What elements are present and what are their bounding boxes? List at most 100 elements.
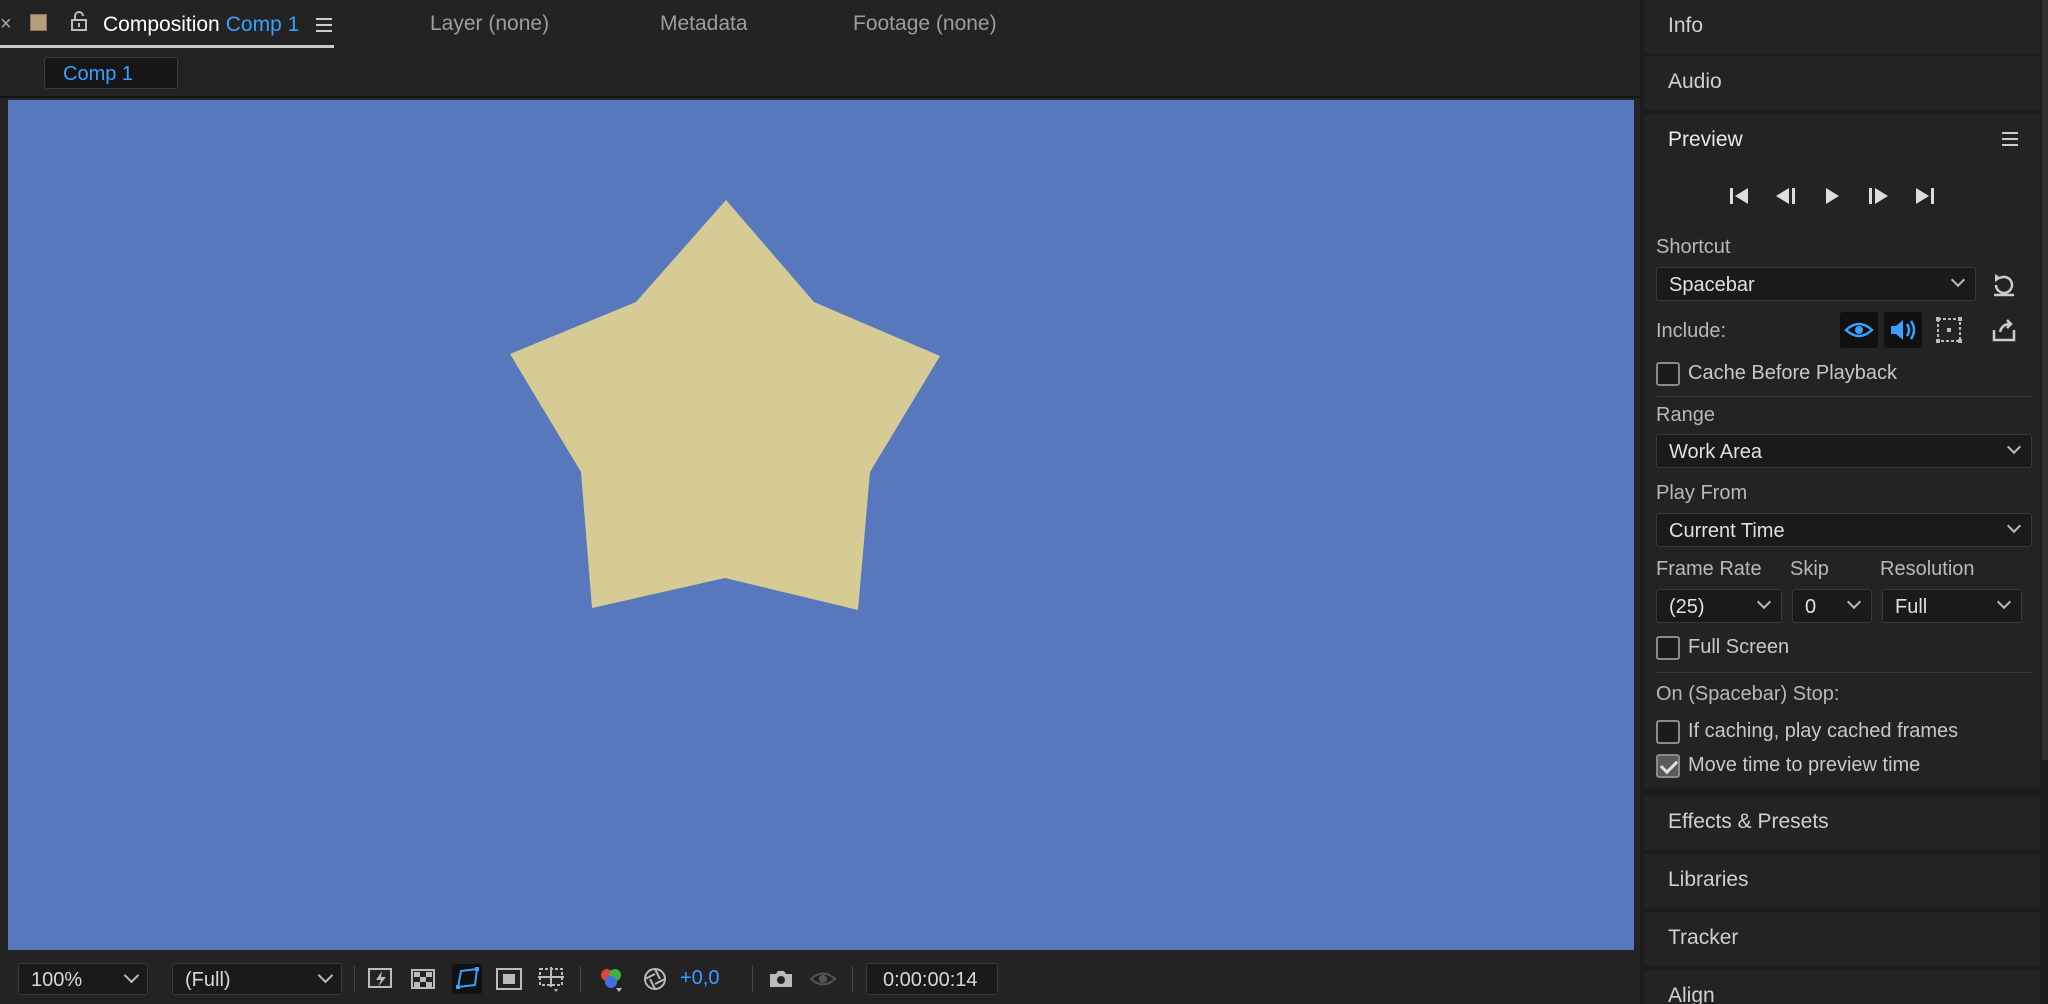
range-dropdown[interactable]: Work Area xyxy=(1656,434,2032,468)
panel-audio-header[interactable]: Audio xyxy=(1644,56,2040,110)
show-snapshot-icon[interactable] xyxy=(808,964,838,994)
play-from-dropdown[interactable]: Current Time xyxy=(1656,513,2032,547)
include-label: Include: xyxy=(1656,320,1727,342)
tab-composition[interactable]: × Composition Comp 1 xyxy=(0,0,334,48)
panel-tracker-header[interactable]: Tracker xyxy=(1644,912,2040,966)
include-toggles xyxy=(1840,312,2000,348)
section-divider xyxy=(1656,672,2032,673)
resolution-value: (Full) xyxy=(185,969,231,991)
panel-preview-title: Preview xyxy=(1668,128,1743,151)
last-frame-icon[interactable] xyxy=(1910,182,1938,210)
color-channels-icon[interactable] xyxy=(596,964,626,994)
composition-tab-title: Composition Comp 1 xyxy=(103,13,299,37)
previous-frame-icon[interactable] xyxy=(1772,182,1800,210)
panel-preview-header[interactable]: Preview xyxy=(1644,114,2040,168)
magnification-dropdown[interactable]: 100% xyxy=(18,963,148,995)
include-overlays-icon[interactable] xyxy=(1930,312,1968,348)
panel-effects-presets-header[interactable]: Effects & Presets xyxy=(1644,796,2040,850)
camera-snapshot-icon[interactable] xyxy=(766,964,796,994)
panel-scrollbar[interactable] xyxy=(2042,0,2048,760)
transport-controls xyxy=(1726,182,1966,212)
composition-viewer[interactable] xyxy=(8,100,1634,950)
tab-footage[interactable]: Footage (none) xyxy=(853,12,997,36)
viewer-toolbar: 100% (Full) +0,0 0:00:00:14 xyxy=(0,954,1640,1004)
skip-value: 0 xyxy=(1805,596,1817,618)
composition-tab-name: Comp 1 xyxy=(225,13,300,36)
panel-menu-icon[interactable] xyxy=(2002,132,2018,146)
chevron-down-icon xyxy=(1756,594,1772,610)
play-icon[interactable] xyxy=(1818,182,1846,210)
composition-tab-label: Composition xyxy=(103,13,220,36)
cache-before-playback-label: Cache Before Playback xyxy=(1688,362,1898,384)
shortcut-value: Spacebar xyxy=(1669,274,1755,296)
tab-metadata[interactable]: Metadata xyxy=(660,12,748,36)
magnification-value: 100% xyxy=(31,969,83,991)
exposure-reset-icon[interactable] xyxy=(640,964,670,994)
panel-libraries-header[interactable]: Libraries xyxy=(1644,854,2040,908)
panel-info-header[interactable]: Info xyxy=(1644,0,2040,54)
frame-rate-dropdown[interactable]: (25) xyxy=(1656,589,1782,623)
fast-previews-icon[interactable] xyxy=(366,964,396,994)
frame-rate-value: (25) xyxy=(1669,596,1705,618)
preview-panel-body: Shortcut Spacebar Include: Cache Before … xyxy=(1644,168,2040,788)
transparency-grid-icon[interactable] xyxy=(408,964,438,994)
tab-layer[interactable]: Layer (none) xyxy=(430,12,549,36)
current-time-display[interactable]: 0:00:00:14 xyxy=(866,963,998,995)
skip-dropdown[interactable]: 0 xyxy=(1792,589,1872,623)
grid-guides-icon[interactable] xyxy=(536,964,566,994)
play-from-value: Current Time xyxy=(1669,520,1785,542)
resolution-dropdown[interactable]: (Full) xyxy=(172,963,342,995)
chevron-down-icon xyxy=(2006,439,2022,455)
first-frame-icon[interactable] xyxy=(1726,182,1754,210)
range-value: Work Area xyxy=(1669,441,1762,463)
frame-rate-label: Frame Rate xyxy=(1656,558,1762,580)
toolbar-divider xyxy=(580,966,581,992)
shortcut-label: Shortcut xyxy=(1656,236,1731,258)
label-color-swatch[interactable] xyxy=(30,14,47,31)
panel-libraries-title: Libraries xyxy=(1668,868,1749,891)
next-frame-icon[interactable] xyxy=(1864,182,1892,210)
exposure-value[interactable]: +0,0 xyxy=(680,967,719,990)
reset-icon[interactable] xyxy=(1990,272,2018,298)
panel-info-title: Info xyxy=(1668,14,1704,37)
export-icon[interactable] xyxy=(1990,318,2018,344)
shortcut-dropdown[interactable]: Spacebar xyxy=(1656,267,1976,301)
chevron-down-icon xyxy=(1950,272,1966,288)
panel-align-title: Align xyxy=(1668,984,1715,1004)
preview-resolution-dropdown[interactable]: Full xyxy=(1882,589,2022,623)
move-time-label: Move time to preview time xyxy=(1688,754,1921,776)
region-of-interest-icon[interactable] xyxy=(494,964,524,994)
resolution-label: Resolution xyxy=(1880,558,1975,580)
chevron-down-icon xyxy=(2006,518,2022,534)
viewer-canvas xyxy=(8,100,1634,950)
if-caching-label: If caching, play cached frames xyxy=(1688,720,1959,742)
right-panel-stack: Info Audio Preview Shortcut Spacebar Inc… xyxy=(1644,0,2048,1004)
toolbar-divider xyxy=(852,966,853,992)
full-screen-label: Full Screen xyxy=(1688,636,1790,658)
close-icon[interactable]: × xyxy=(0,13,12,36)
cache-before-playback-checkbox[interactable] xyxy=(1656,362,1680,386)
preview-resolution-value: Full xyxy=(1895,596,1928,618)
include-video-icon[interactable] xyxy=(1840,312,1878,348)
composition-panel: × Composition Comp 1 Layer (none) Metadat… xyxy=(0,0,1640,1004)
move-time-checkbox[interactable] xyxy=(1656,754,1680,778)
lock-icon[interactable] xyxy=(68,10,90,32)
comp-breadcrumb-chip[interactable]: Comp 1 xyxy=(44,57,178,89)
include-audio-icon[interactable] xyxy=(1884,312,1922,348)
mask-visibility-icon[interactable] xyxy=(452,964,482,994)
range-label: Range xyxy=(1656,404,1715,426)
panel-tracker-title: Tracker xyxy=(1668,926,1739,949)
chevron-down-icon xyxy=(1996,594,2012,610)
section-divider xyxy=(1656,396,2032,397)
panel-audio-title: Audio xyxy=(1668,70,1722,93)
panel-align-header[interactable]: Align xyxy=(1644,970,2040,1004)
if-caching-checkbox[interactable] xyxy=(1656,720,1680,744)
full-screen-checkbox[interactable] xyxy=(1656,636,1680,660)
on-stop-label: On (Spacebar) Stop: xyxy=(1656,683,1840,705)
toolbar-divider xyxy=(752,966,753,992)
panel-effects-presets-title: Effects & Presets xyxy=(1668,810,1829,833)
panel-tab-bar: × Composition Comp 1 Layer (none) Metadat… xyxy=(0,0,1640,50)
panel-menu-icon[interactable] xyxy=(316,17,334,33)
composition-navigator-bar: Comp 1 xyxy=(0,50,1640,98)
chevron-down-icon xyxy=(123,967,140,984)
